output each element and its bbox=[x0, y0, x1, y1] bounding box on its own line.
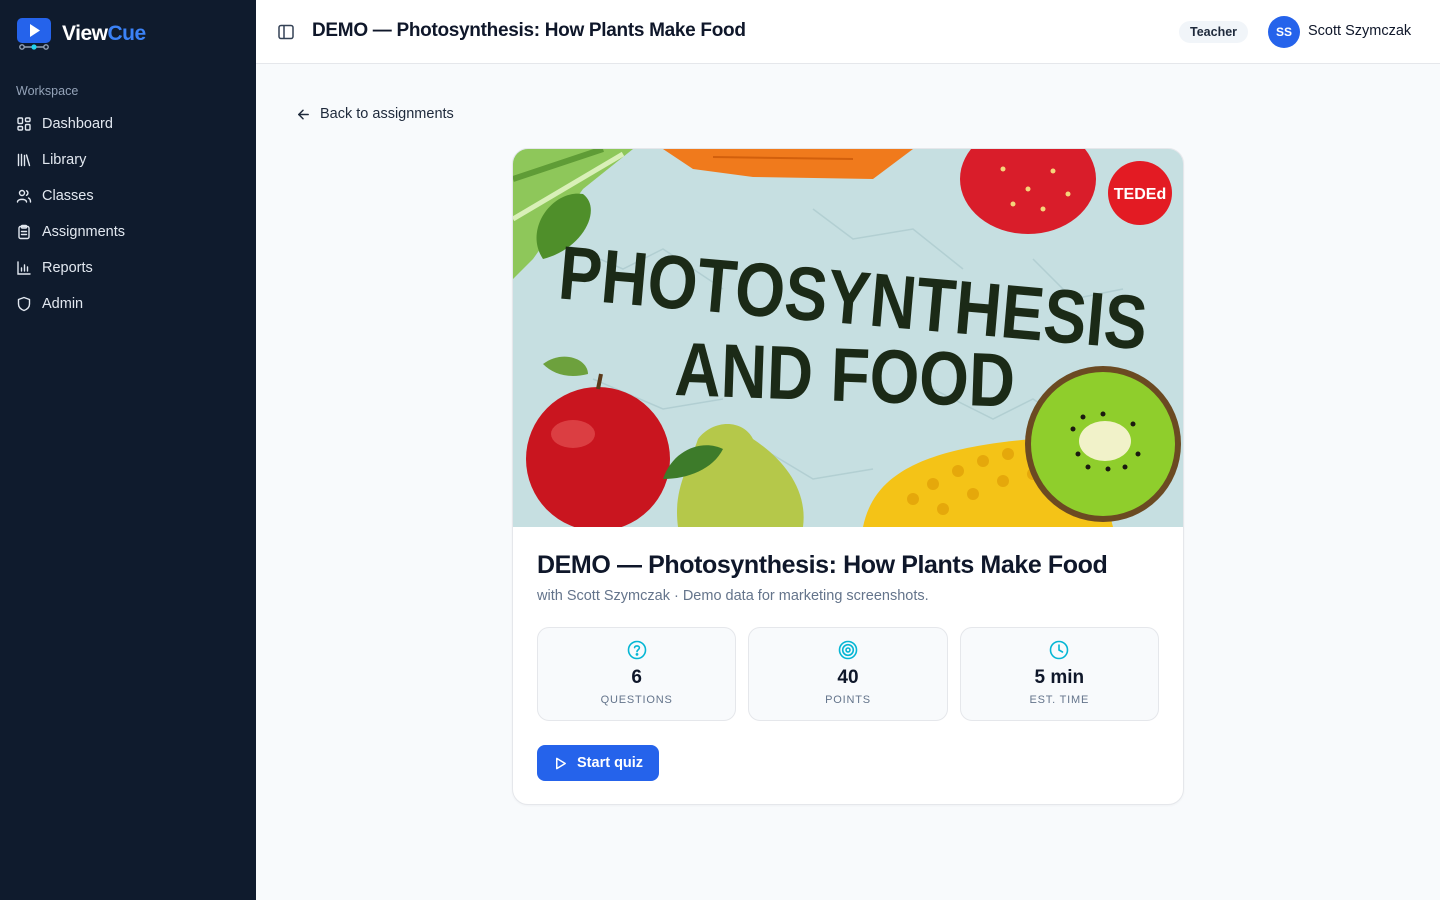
stat-questions: 6 Questions bbox=[537, 627, 737, 721]
sidebar-section-label: Workspace bbox=[16, 84, 79, 98]
sidebar-item-label: Classes bbox=[42, 188, 94, 204]
sidebar-item-label: Reports bbox=[42, 260, 93, 276]
target-icon bbox=[838, 640, 858, 660]
sidebar-item-label: Admin bbox=[42, 296, 84, 312]
viewcue-logo-icon bbox=[17, 18, 51, 50]
page-title: DEMO — Photosynthesis: How Plants Make F… bbox=[312, 20, 746, 41]
stat-points: 40 Points bbox=[748, 627, 948, 721]
sidebar-toggle-icon[interactable] bbox=[276, 22, 296, 42]
layout-grid-icon bbox=[17, 117, 31, 131]
library-icon bbox=[17, 153, 31, 167]
user-name[interactable]: Scott Szymczak bbox=[1308, 23, 1411, 39]
sidebar-item-label: Library bbox=[42, 152, 87, 168]
clipboard-icon bbox=[18, 224, 30, 240]
sidebar-item-dashboard[interactable]: Dashboard bbox=[8, 106, 248, 142]
quiz-title: DEMO — Photosynthesis: How Plants Make F… bbox=[537, 551, 1108, 579]
stat-value: 6 bbox=[631, 667, 642, 688]
brand-logo-link[interactable]: ViewCue bbox=[16, 17, 146, 51]
stat-time: 5 min Est. time bbox=[959, 627, 1159, 721]
avatar[interactable]: SS bbox=[1268, 16, 1300, 48]
sidebar-item-label: Assignments bbox=[42, 224, 126, 240]
sidebar-item-admin[interactable]: Admin bbox=[8, 286, 248, 322]
stat-label: Est. time bbox=[1029, 694, 1090, 706]
stat-label: Points bbox=[825, 694, 871, 706]
users-icon bbox=[16, 189, 32, 203]
help-circle-icon bbox=[627, 640, 646, 660]
sidebar: ViewCue Workspace Dashboard Library Clas… bbox=[0, 0, 256, 900]
sidebar-item-classes[interactable]: Classes bbox=[8, 178, 248, 214]
quiz-stats: 6 Questions 40 Points 5 min Est. time bbox=[537, 627, 1159, 721]
thumbnail-title-line2: AND FOOD bbox=[674, 327, 1017, 424]
top-header: DEMO — Photosynthesis: How Plants Make F… bbox=[256, 0, 1440, 64]
sidebar-nav: Dashboard Library Classes Assignments Re… bbox=[8, 106, 248, 322]
role-badge: Teacher bbox=[1179, 21, 1249, 43]
sidebar-item-assignments[interactable]: Assignments bbox=[8, 214, 248, 250]
thumbnail-illustration: TEDEd PHOTOSYNTHESIS AND FOOD bbox=[513, 149, 1183, 527]
stat-value: 5 min bbox=[1034, 667, 1085, 688]
bar-chart-icon bbox=[17, 261, 31, 275]
brand-name: ViewCue bbox=[62, 22, 146, 45]
back-link-label: Back to assignments bbox=[320, 106, 454, 122]
video-thumbnail: TEDEd PHOTOSYNTHESIS AND FOOD bbox=[513, 149, 1183, 527]
start-quiz-button[interactable]: Start quiz bbox=[537, 745, 660, 781]
start-quiz-label: Start quiz bbox=[577, 755, 644, 771]
stat-label: Questions bbox=[600, 694, 673, 706]
sidebar-item-label: Dashboard bbox=[42, 116, 113, 132]
sidebar-item-library[interactable]: Library bbox=[8, 142, 248, 178]
stat-value: 40 bbox=[837, 667, 859, 688]
shield-icon bbox=[17, 296, 31, 312]
quiz-card: TEDEd PHOTOSYNTHESIS AND FOOD DEMO — Pho… bbox=[512, 148, 1184, 805]
arrow-left-icon bbox=[298, 109, 309, 119]
quiz-subtitle: with Scott Szymczak · Demo data for mark… bbox=[537, 588, 929, 604]
clock-icon bbox=[1050, 640, 1069, 660]
teded-badge-text: TEDEd bbox=[1114, 186, 1166, 203]
sidebar-item-reports[interactable]: Reports bbox=[8, 250, 248, 286]
play-icon bbox=[556, 757, 566, 769]
back-to-assignments-link[interactable]: Back to assignments bbox=[296, 104, 454, 124]
